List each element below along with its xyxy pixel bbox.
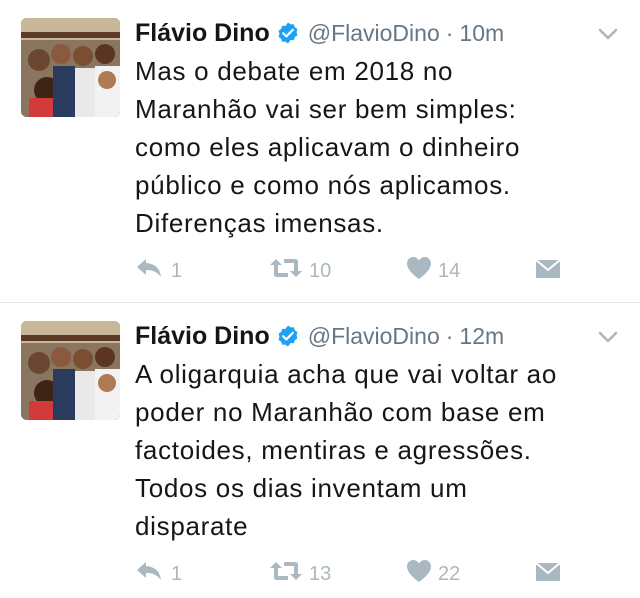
envelope-icon (535, 560, 561, 588)
timeline: Flávio Dino @FlavioDino · 10m Mas o deba… (0, 0, 640, 598)
envelope-icon (535, 257, 561, 285)
timestamp[interactable]: 10m (459, 20, 504, 47)
avatar[interactable] (21, 321, 120, 420)
heart-icon (406, 256, 432, 286)
like-count: 22 (438, 562, 461, 585)
avatar[interactable] (21, 18, 120, 117)
tweet[interactable]: Flávio Dino @FlavioDino · 12m A oligarqu… (0, 303, 640, 598)
tweet-actions: 1 13 22 (135, 557, 620, 591)
reply-icon (135, 560, 165, 588)
tweet-actions: 1 10 14 (135, 254, 620, 288)
retweet-count: 13 (309, 562, 332, 585)
timestamp[interactable]: 12m (459, 323, 504, 350)
direct-message-button[interactable] (535, 254, 561, 288)
reply-count: 1 (171, 562, 183, 585)
retweet-icon (269, 256, 303, 286)
tweet-text: A oligarquia acha que vai voltar ao pode… (135, 359, 557, 541)
direct-message-button[interactable] (535, 557, 561, 591)
reply-button[interactable]: 1 (135, 254, 182, 288)
like-count: 14 (438, 259, 461, 282)
chevron-down-icon[interactable] (596, 22, 620, 46)
author-handle[interactable]: @FlavioDino (308, 20, 440, 47)
tweet[interactable]: Flávio Dino @FlavioDino · 10m Mas o deba… (0, 0, 640, 302)
retweet-icon (269, 559, 303, 589)
retweet-button[interactable]: 13 (269, 557, 331, 591)
verified-badge-icon (276, 21, 300, 45)
reply-button[interactable]: 1 (135, 557, 182, 591)
chevron-down-icon[interactable] (596, 325, 620, 349)
separator: · (445, 322, 454, 349)
separator: · (445, 19, 454, 46)
retweet-count: 10 (309, 259, 332, 282)
author-name[interactable]: Flávio Dino (135, 322, 270, 351)
tweet-header: Flávio Dino @FlavioDino · 12m (135, 317, 504, 355)
reply-icon (135, 257, 165, 285)
reply-count: 1 (171, 259, 183, 282)
tweet-text: Mas o debate em 2018 no Maranhão vai ser… (135, 56, 521, 238)
heart-icon (406, 559, 432, 589)
like-button[interactable]: 14 (406, 254, 460, 288)
tweet-header: Flávio Dino @FlavioDino · 10m (135, 14, 504, 52)
author-handle[interactable]: @FlavioDino (308, 323, 440, 350)
retweet-button[interactable]: 10 (269, 254, 331, 288)
like-button[interactable]: 22 (406, 557, 460, 591)
verified-badge-icon (276, 324, 300, 348)
author-name[interactable]: Flávio Dino (135, 19, 270, 48)
